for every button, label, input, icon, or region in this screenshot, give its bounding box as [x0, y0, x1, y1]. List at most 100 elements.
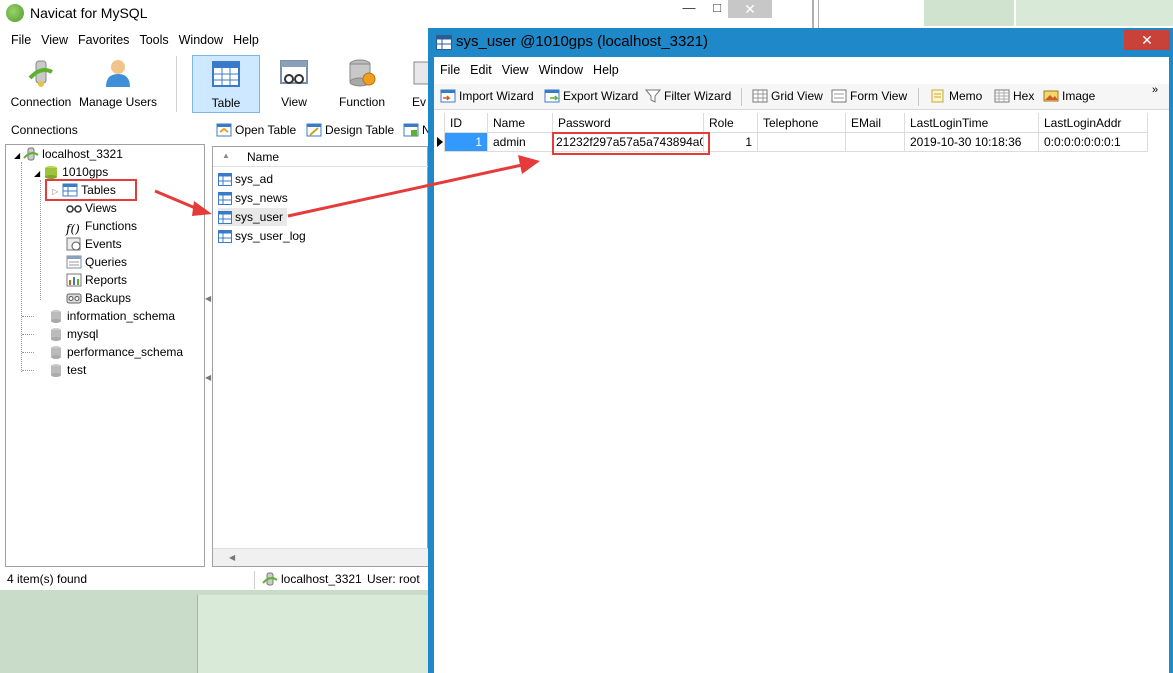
- column-header-lastloginaddr[interactable]: LastLoginAddr: [1039, 113, 1148, 133]
- menu-tools[interactable]: Tools: [134, 30, 173, 50]
- list-item-selected[interactable]: sys_user: [218, 208, 288, 226]
- new-table-button[interactable]: N: [403, 123, 428, 137]
- tree-item-performance-schema[interactable]: performance_schema: [48, 343, 183, 361]
- export-wizard-button[interactable]: Export Wizard: [544, 89, 638, 103]
- table-name: sys_user: [235, 210, 284, 224]
- filter-wizard-button[interactable]: Filter Wizard: [645, 89, 731, 103]
- grid-cell-id[interactable]: 1: [445, 133, 488, 152]
- list-item[interactable]: sys_news: [218, 189, 288, 207]
- manage-users-label: Manage Users: [78, 95, 158, 109]
- table-name: sys_user_log: [235, 229, 306, 243]
- data-grid[interactable]: [434, 112, 1169, 673]
- event-label: Ev: [412, 95, 427, 109]
- grid-cell-email[interactable]: [846, 133, 905, 152]
- table-window-title: sys_user @1010gps (localhost_3321): [456, 33, 709, 50]
- splitter-left-arrow-icon: ◀: [205, 294, 212, 303]
- memo-button[interactable]: Memo: [930, 89, 982, 103]
- function-icon: f(): [66, 222, 80, 236]
- connection-name: localhost_3321: [42, 147, 123, 161]
- database-icon: [51, 346, 61, 359]
- hex-button[interactable]: Hex: [994, 89, 1034, 103]
- app-title: Navicat for MySQL: [30, 5, 148, 21]
- expand-triangle-icon[interactable]: ◢: [34, 169, 40, 178]
- maximize-button[interactable]: □: [706, 0, 728, 18]
- filter-icon: [645, 89, 661, 103]
- toolbar-separator: [176, 56, 177, 112]
- tree-item-views[interactable]: Views: [66, 199, 117, 217]
- menu-view[interactable]: View: [497, 60, 534, 80]
- table-window-menu-bar: File Edit View Window Help: [434, 60, 624, 80]
- column-header-lastlogintime[interactable]: LastLoginTime: [905, 113, 1039, 133]
- expand-triangle-icon[interactable]: ◢: [14, 151, 20, 160]
- list-item[interactable]: sys_ad: [218, 170, 273, 188]
- tree-item-mysql[interactable]: mysql: [48, 325, 98, 343]
- column-header-telephone[interactable]: Telephone: [758, 113, 846, 133]
- database-icon: [51, 310, 61, 323]
- column-header-name[interactable]: Name: [488, 113, 553, 133]
- new-table-icon: [403, 123, 419, 137]
- grid-view-button[interactable]: Grid View: [752, 89, 823, 103]
- tree-item-events[interactable]: Events: [66, 235, 122, 253]
- tree-item-reports[interactable]: Reports: [66, 271, 127, 289]
- menu-window[interactable]: Window: [174, 30, 228, 50]
- import-wizard-button[interactable]: Import Wizard: [440, 89, 534, 103]
- main-menu-bar: File View Favorites Tools Window Help: [0, 30, 264, 50]
- grid-cell-telephone[interactable]: [758, 133, 846, 152]
- grid-cell-lastloginaddr[interactable]: 0:0:0:0:0:0:0:1: [1039, 133, 1148, 152]
- design-table-button[interactable]: Design Table: [306, 123, 394, 137]
- event-button[interactable]: Ev: [404, 55, 428, 113]
- desktop-background: [924, 0, 1014, 26]
- menu-edit[interactable]: Edit: [465, 60, 497, 80]
- sort-up-icon: ▲: [222, 151, 230, 160]
- close-button[interactable]: ✕: [728, 0, 772, 18]
- menu-file[interactable]: File: [0, 30, 36, 50]
- name-column-header[interactable]: Name: [247, 150, 279, 164]
- menu-view[interactable]: View: [36, 30, 73, 50]
- tree-item-queries[interactable]: Queries: [66, 253, 127, 271]
- tree-line: [22, 334, 34, 335]
- close-button[interactable]: ✕: [1124, 30, 1170, 50]
- open-table-button[interactable]: Open Table: [216, 123, 296, 137]
- menu-help[interactable]: Help: [588, 60, 624, 80]
- image-button[interactable]: Image: [1043, 89, 1095, 103]
- minimize-button[interactable]: —: [672, 0, 706, 18]
- grid-view-label: Grid View: [771, 89, 823, 103]
- tree-item-connection[interactable]: ◢ localhost_3321: [14, 145, 123, 163]
- connection-icon: [28, 60, 53, 87]
- pane-splitter[interactable]: ◀ ◀: [205, 294, 212, 390]
- connection-label: Connection: [10, 95, 72, 109]
- tree-item-functions[interactable]: f() Functions: [66, 217, 137, 236]
- function-button[interactable]: Function: [330, 55, 394, 113]
- grid-cell-name[interactable]: admin: [488, 133, 553, 152]
- table-button[interactable]: Table: [192, 55, 260, 113]
- image-label: Image: [1062, 89, 1096, 103]
- connection-button[interactable]: Connection: [6, 55, 76, 113]
- manage-users-button[interactable]: Manage Users: [78, 55, 158, 113]
- menu-file[interactable]: File: [434, 60, 465, 80]
- tree-item-backups[interactable]: Backups: [66, 289, 131, 307]
- column-header-id[interactable]: ID: [445, 113, 488, 133]
- menu-favorites[interactable]: Favorites: [73, 30, 134, 50]
- toolbar-overflow-button[interactable]: »: [1152, 84, 1158, 96]
- menu-window[interactable]: Window: [534, 60, 588, 80]
- tree-item-information-schema[interactable]: information_schema: [48, 307, 175, 325]
- column-header-role[interactable]: Role: [704, 113, 758, 133]
- menu-help[interactable]: Help: [228, 30, 264, 50]
- grid-cell-lastlogintime[interactable]: 2019-10-30 10:18:36: [905, 133, 1039, 152]
- column-header-password[interactable]: Password: [553, 113, 704, 133]
- column-header-email[interactable]: EMail: [846, 113, 905, 133]
- list-item[interactable]: sys_user_log: [218, 227, 306, 245]
- navicat-logo-icon: [6, 4, 24, 22]
- items-found-text: 4 item(s) found: [7, 572, 88, 586]
- scroll-left-icon[interactable]: ◀: [229, 553, 235, 562]
- database-icon: [51, 364, 61, 377]
- grid-cell-role[interactable]: 1: [704, 133, 758, 152]
- horizontal-scrollbar[interactable]: ◀: [213, 548, 428, 566]
- event-icon: [66, 237, 81, 251]
- form-view-button[interactable]: Form View: [831, 89, 907, 103]
- desktop-background: [197, 595, 428, 673]
- tree-item-test[interactable]: test: [48, 361, 86, 379]
- object-list-header[interactable]: [213, 147, 428, 167]
- database-icon: [45, 166, 58, 179]
- view-button[interactable]: View: [264, 55, 324, 113]
